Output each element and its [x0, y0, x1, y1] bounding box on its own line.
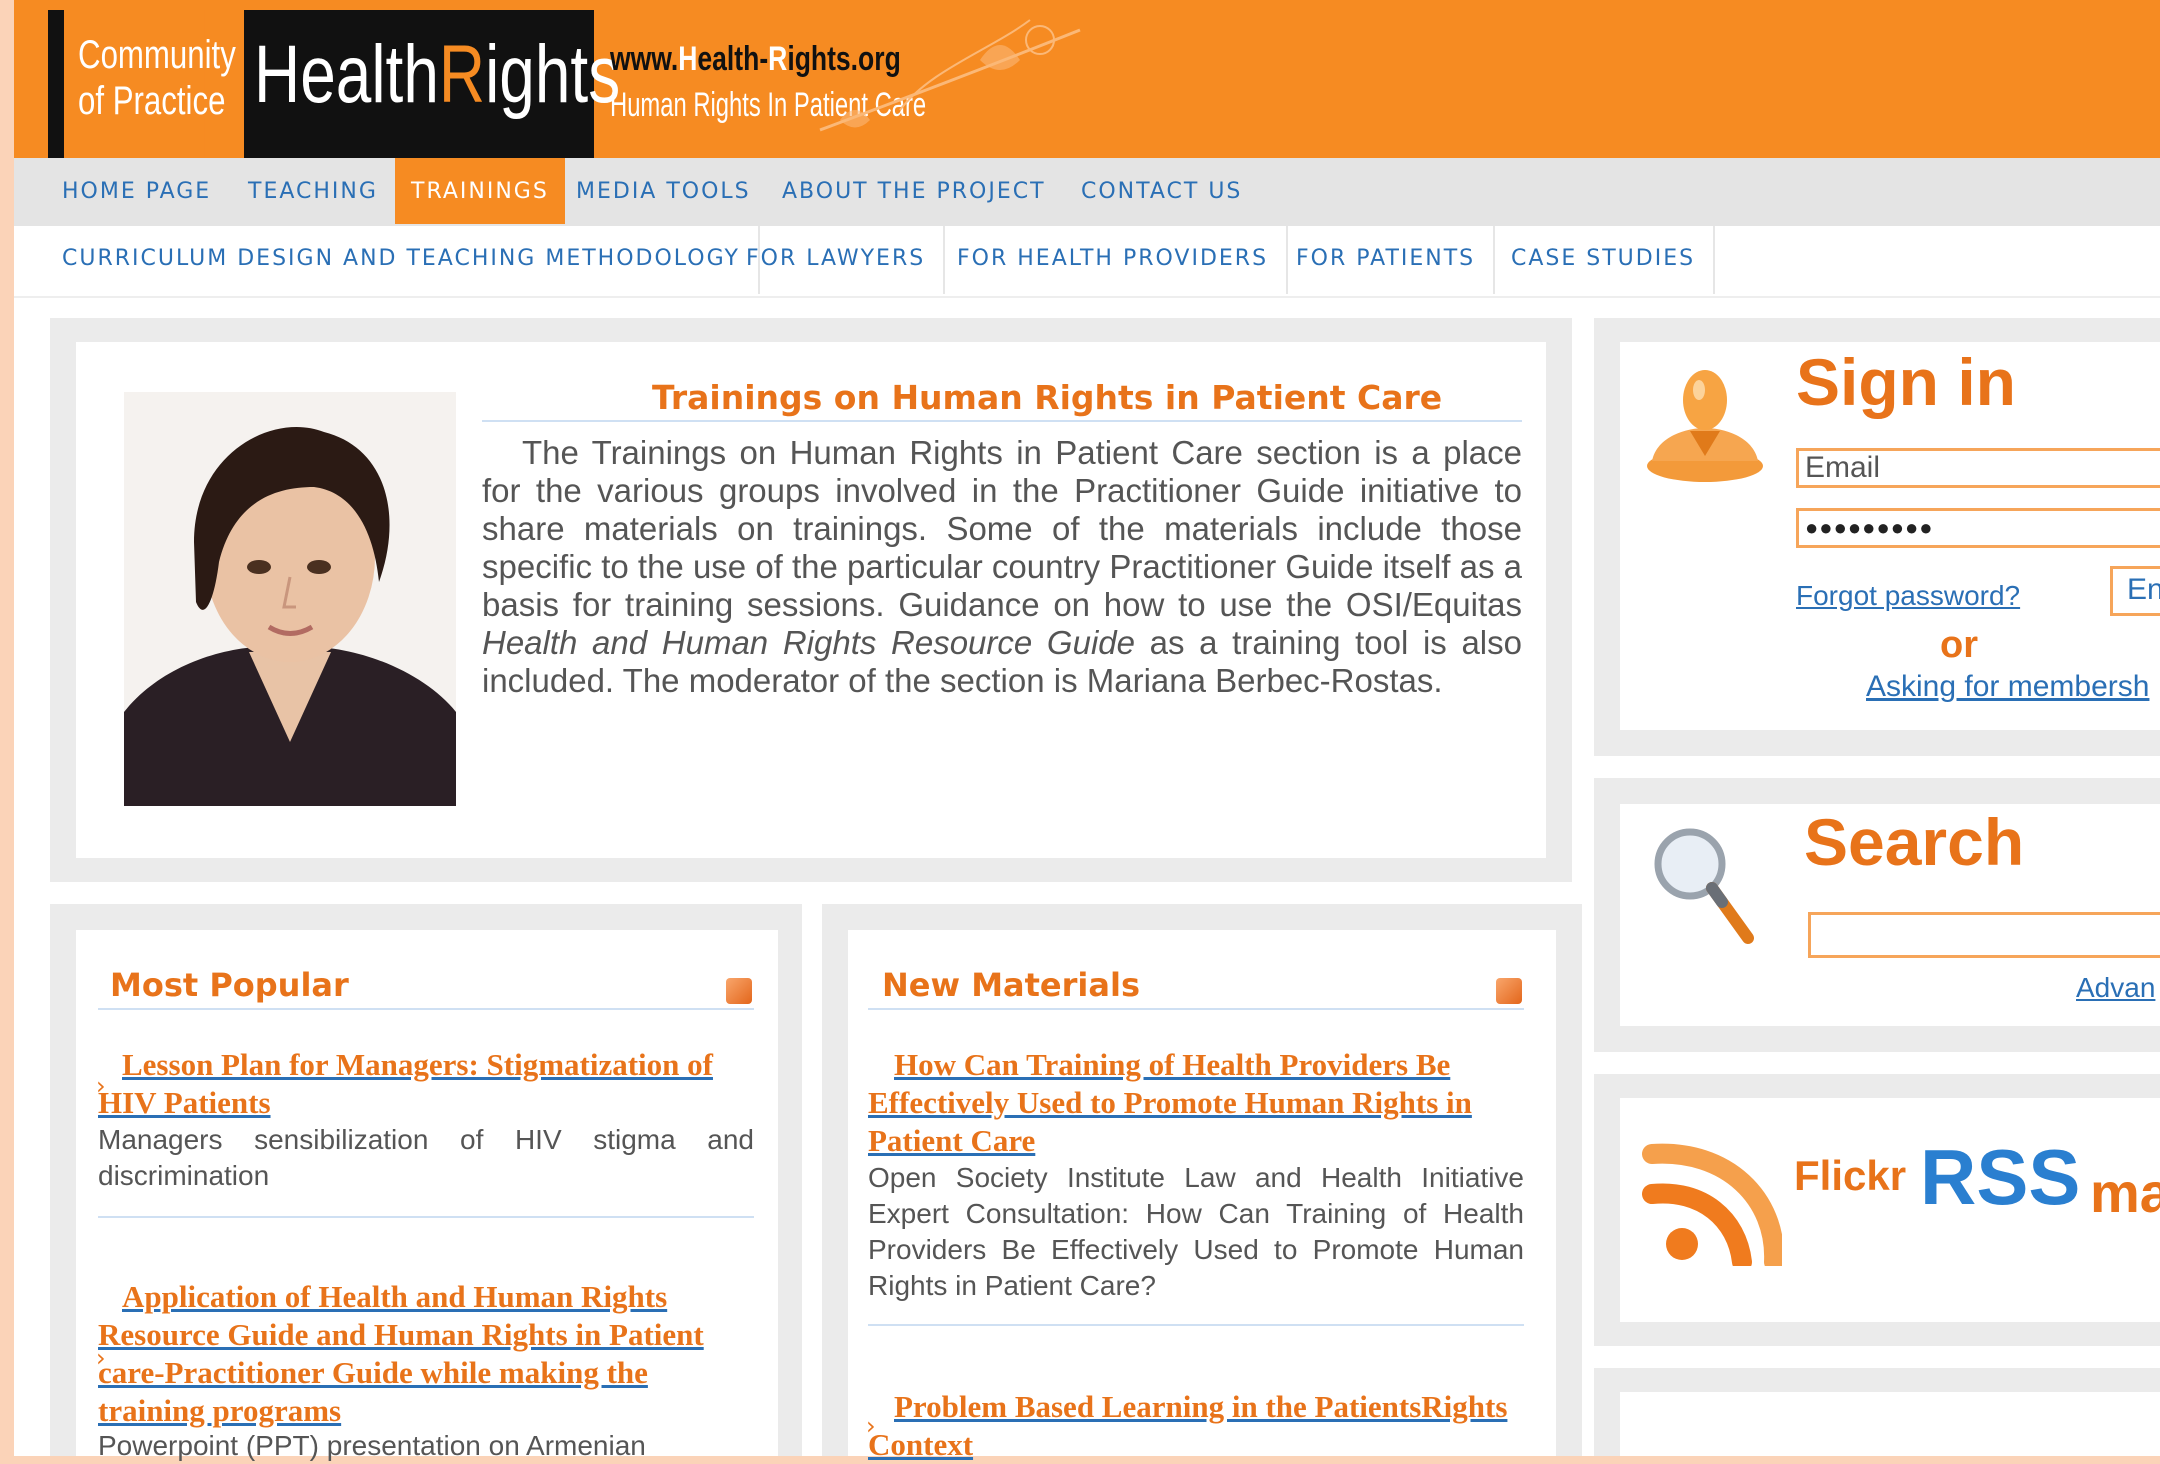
new-materials-title: New Materials: [882, 966, 1140, 1004]
community-label: Community: [78, 33, 236, 77]
magnifier-icon: [1654, 828, 1754, 944]
rss-icon[interactable]: [726, 978, 752, 1004]
next-sidebar-inner: [1620, 1392, 2160, 1456]
membership-link[interactable]: Asking for membersh: [1866, 670, 2149, 704]
most-popular-item-desc: Managers sensibilization of HIV stigma a…: [98, 1124, 754, 1191]
intro-divider: [482, 420, 1522, 422]
subnav-for-health-providers[interactable]: FOR HEALTH PROVIDERS: [957, 226, 1289, 294]
rss-icon[interactable]: [1496, 978, 1522, 1004]
most-popular-item-desc: Powerpoint (PPT) presentation on Armenia…: [98, 1430, 646, 1461]
logo-r: R: [438, 29, 486, 120]
nav-trainings[interactable]: TRAININGS: [395, 158, 565, 224]
sub-nav: CURRICULUM DESIGN AND TEACHING METHODOLO…: [14, 226, 2160, 298]
nav-contact-us[interactable]: CONTACT US: [1081, 158, 1242, 224]
new-materials-item-title[interactable]: How Can Training of Health Providers Be …: [868, 1046, 1528, 1160]
of-practice-label: of Practice: [78, 79, 226, 123]
item-divider: [98, 1216, 754, 1218]
intro-text: The Trainings on Human Rights in Patient…: [482, 434, 1523, 699]
logo-health: Health: [254, 29, 439, 120]
subnav-for-patients[interactable]: FOR PATIENTS: [1296, 226, 1496, 294]
moderator-portrait-icon: [124, 392, 456, 806]
moderator-photo: [124, 392, 456, 806]
new-materials-item-desc: Open Society Institute Law and Health In…: [868, 1162, 1524, 1301]
password-field[interactable]: ●●●●●●●●●: [1796, 508, 2160, 548]
nav-teaching[interactable]: TEACHING: [248, 158, 378, 224]
main-nav: HOME PAGE TEACHING TRAININGS MEDIA TOOLS…: [14, 158, 2160, 226]
healthrights-logo[interactable]: HealthRights: [254, 28, 620, 122]
intro-title: Trainings on Human Rights in Patient Car…: [652, 378, 1443, 417]
search-title: Search: [1804, 805, 2025, 879]
email-field[interactable]: Email: [1796, 448, 2160, 488]
rss-label[interactable]: RSS: [1920, 1132, 2080, 1223]
new-materials-divider: [868, 1008, 1524, 1010]
butterfly-decoration-icon: [819, 19, 1081, 132]
subnav-curriculum-design[interactable]: CURRICULUM DESIGN AND TEACHING METHODOLO…: [62, 226, 760, 294]
forgot-password-link[interactable]: Forgot password?: [1796, 580, 2020, 612]
logo-ights: ights: [485, 29, 621, 120]
subnav-for-lawyers[interactable]: FOR LAWYERS: [746, 226, 946, 294]
new-materials-item-title[interactable]: Problem Based Learning in the PatientsRi…: [868, 1388, 1528, 1464]
user-icon: [1647, 370, 1763, 482]
nav-about-the-project[interactable]: ABOUT THE PROJECT: [782, 158, 1046, 224]
advanced-search-link[interactable]: Advan: [2076, 972, 2155, 1004]
subnav-case-studies[interactable]: CASE STUDIES: [1511, 226, 1716, 294]
most-popular-title: Most Popular: [110, 966, 349, 1004]
nav-home-page[interactable]: HOME PAGE: [62, 158, 211, 224]
most-popular-item-title[interactable]: Application of Health and Human Rights R…: [98, 1278, 758, 1430]
feeds-more-label[interactable]: ma: [2090, 1160, 2160, 1225]
most-popular-divider: [98, 1008, 754, 1010]
most-popular-item-title[interactable]: Lesson Plan for Managers: Stigmatization…: [98, 1046, 758, 1122]
rss-feed-icon[interactable]: [1642, 1134, 1782, 1266]
flickr-label[interactable]: Flickr: [1794, 1152, 1906, 1200]
or-label: or: [1940, 624, 1978, 666]
logo-bar: [48, 10, 64, 158]
enter-button[interactable]: En: [2110, 566, 2160, 616]
item-divider: [868, 1324, 1524, 1326]
search-input[interactable]: [1808, 912, 2160, 958]
community-of-practice-logo[interactable]: Community of Practice: [64, 10, 236, 158]
nav-media-tools[interactable]: MEDIA TOOLS: [576, 158, 751, 224]
sign-in-title: Sign in: [1796, 345, 2016, 419]
